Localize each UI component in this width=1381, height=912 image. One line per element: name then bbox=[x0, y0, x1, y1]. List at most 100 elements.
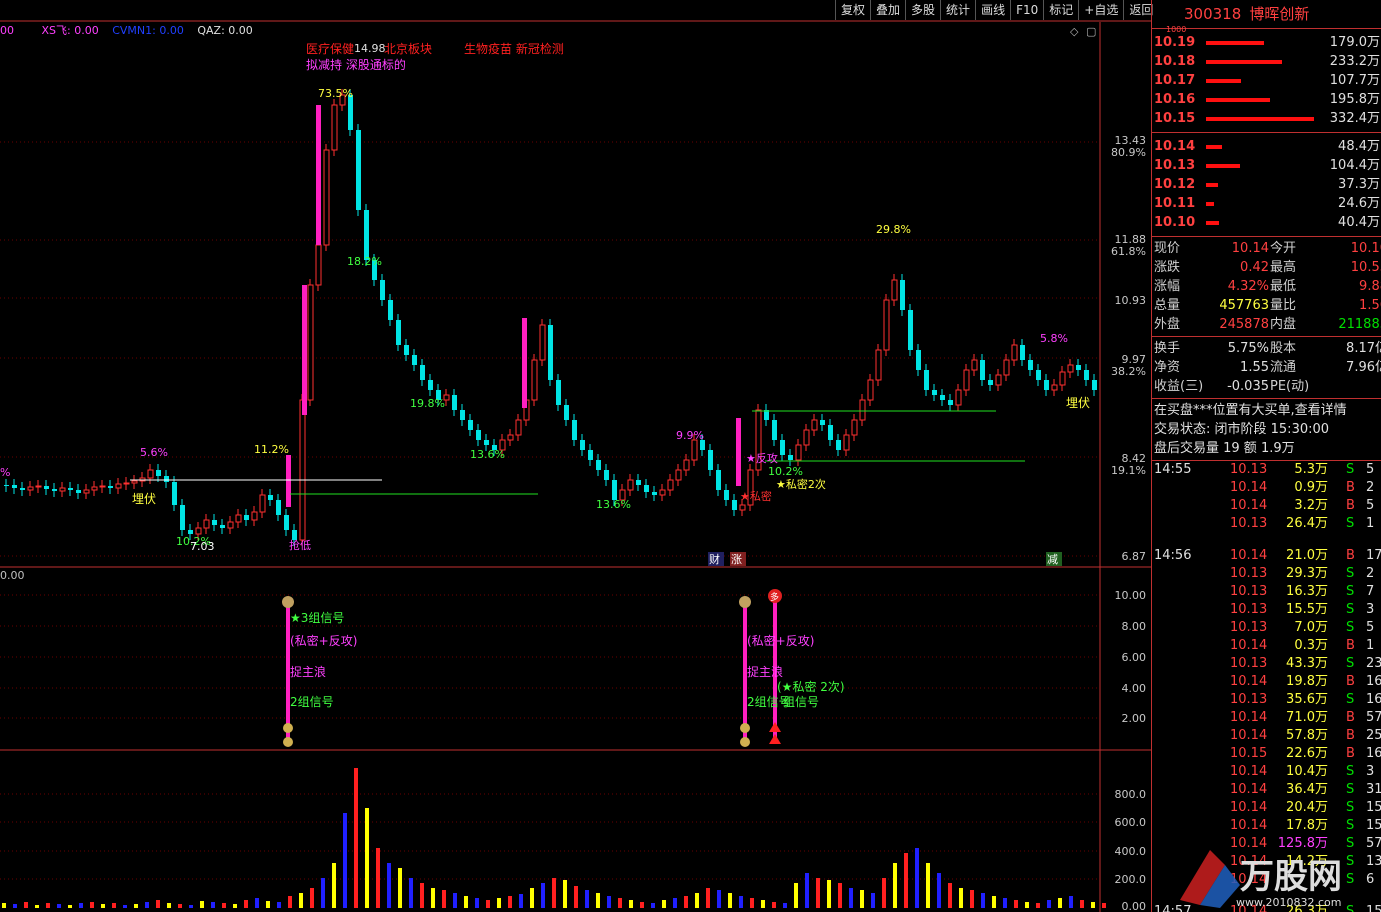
tick-volume: 19.8万 bbox=[1286, 674, 1328, 689]
volume-bar bbox=[266, 901, 270, 908]
toolbar-button[interactable]: 复权 bbox=[835, 0, 871, 20]
tick-volume: 7.0万 bbox=[1294, 620, 1328, 635]
tick-volume: 20.4万 bbox=[1286, 800, 1328, 815]
candle-body bbox=[59, 487, 66, 492]
candle-body bbox=[780, 440, 785, 455]
limit-up-candle bbox=[522, 318, 527, 408]
toolbar-button[interactable]: 画线 bbox=[975, 0, 1011, 20]
maximize-icon[interactable]: ▢ bbox=[1086, 25, 1096, 38]
tick-count: 6 bbox=[1366, 872, 1375, 887]
volume-bar bbox=[101, 904, 105, 908]
tick-row: 10.14 19.8万 B 16 bbox=[1152, 673, 1381, 691]
tick-list[interactable]: 14:55 10.13 5.3万 S 5 10.14 0.9万 B 2 10.14 3.2万 B 5 10… bbox=[1152, 461, 1381, 912]
candle-body bbox=[564, 405, 569, 420]
volume-bar bbox=[541, 883, 545, 908]
volume-tick: 0.00 bbox=[1122, 900, 1147, 912]
limit-up-candle bbox=[286, 455, 291, 507]
volume-bar bbox=[981, 893, 985, 908]
ask-depth-bar bbox=[1206, 60, 1282, 64]
volume-bar bbox=[288, 896, 292, 908]
signal-tick: 10.00 bbox=[1115, 589, 1147, 602]
ask-row[interactable]: 10.15 332.4万 bbox=[1152, 109, 1381, 128]
pct-label: 9.9% bbox=[676, 429, 704, 442]
tick-price: 10.14 bbox=[1230, 872, 1268, 887]
candle-body bbox=[484, 440, 489, 445]
bid-row[interactable]: 10.12 37.3万 bbox=[1152, 175, 1381, 194]
big-order-notice[interactable]: 在买盘***位置有大买单,查看详情 bbox=[1152, 401, 1381, 420]
bid-price: 10.14 bbox=[1154, 139, 1196, 154]
tick-side: S bbox=[1346, 818, 1355, 833]
toolbar-button[interactable]: 统计 bbox=[940, 0, 976, 20]
tick-side: S bbox=[1346, 516, 1355, 531]
tick-price: 10.14 bbox=[1230, 800, 1268, 815]
price-tick: 10.93 bbox=[1115, 294, 1147, 307]
candle-body bbox=[68, 488, 73, 490]
tick-row: 10.14 17.8万 S 15 bbox=[1152, 817, 1381, 835]
pct-label: 29.8% bbox=[876, 223, 911, 236]
bid-row[interactable]: 10.14 48.4万 bbox=[1152, 137, 1381, 156]
volume-bar bbox=[618, 898, 622, 908]
signal-text: 捉主浪 bbox=[747, 664, 783, 679]
toolbar-button[interactable]: 标记 bbox=[1043, 0, 1079, 20]
volume-bar bbox=[860, 890, 864, 908]
candle-body bbox=[940, 395, 945, 400]
candle-body bbox=[716, 470, 721, 490]
volume-bar bbox=[948, 883, 952, 908]
candle-body bbox=[1020, 345, 1025, 360]
volume-bar bbox=[1058, 898, 1062, 908]
volume-bar bbox=[1036, 903, 1040, 908]
candle-body bbox=[667, 479, 674, 491]
candle-body bbox=[675, 469, 682, 481]
bid-row[interactable]: 10.10 40.4万 bbox=[1152, 213, 1381, 232]
candle-body bbox=[1092, 380, 1097, 390]
tick-volume: 71.0万 bbox=[1286, 710, 1328, 725]
volume-bar bbox=[123, 905, 127, 908]
quote-value: 5.75% bbox=[1227, 341, 1269, 356]
volume-bar bbox=[761, 900, 765, 908]
quote-value: 1.55 bbox=[1240, 360, 1269, 375]
candle-body bbox=[924, 370, 929, 390]
tick-side: S bbox=[1346, 764, 1355, 779]
signal-panel: 0.00 10.00 8.00 6.00 4.00 2.00 多 ★3组信号 (… bbox=[0, 569, 1146, 747]
candle-body bbox=[891, 279, 898, 301]
toolbar-button[interactable]: +自选 bbox=[1078, 0, 1124, 20]
ask-row[interactable]: 10.16 195.8万 bbox=[1152, 90, 1381, 109]
bid-row[interactable]: 10.13 104.4万 bbox=[1152, 156, 1381, 175]
ask-row[interactable]: 10.17 107.7万 bbox=[1152, 71, 1381, 90]
volume-bar bbox=[717, 890, 721, 908]
news-tag: 生物疫苗 新冠检测 bbox=[464, 41, 564, 56]
volume-bar bbox=[178, 904, 182, 908]
candle-body bbox=[836, 440, 841, 450]
volume-bar bbox=[629, 900, 633, 908]
tick-count: 13 bbox=[1366, 854, 1381, 869]
tick-count: 31 bbox=[1366, 782, 1381, 797]
ask-price: 10.19 bbox=[1154, 35, 1196, 50]
pct-label: 18.2% bbox=[347, 255, 382, 268]
quote-label: PE(动) bbox=[1270, 379, 1310, 394]
tick-row: 14:57 10.14 26.3万 S 15 bbox=[1152, 903, 1381, 912]
toolbar-button[interactable]: 叠加 bbox=[870, 0, 906, 20]
tick-side: S bbox=[1346, 692, 1355, 707]
tick-volume: 17.8万 bbox=[1286, 818, 1328, 833]
kline-chart-area[interactable]: 13.43 80.9% 11.88 61.8% 10.93 9.97 38.2%… bbox=[0, 0, 1151, 912]
price-tick: 19.1% bbox=[1111, 464, 1146, 477]
volume-bar bbox=[35, 905, 39, 908]
candle-body bbox=[348, 95, 353, 130]
toolbar-button[interactable]: F10 bbox=[1010, 0, 1044, 20]
volume-bar bbox=[90, 902, 94, 908]
toolbar-button[interactable]: 多股 bbox=[905, 0, 941, 20]
stock-header[interactable]: 1000 300318 博晖创新 bbox=[1152, 0, 1381, 34]
volume-bar bbox=[57, 904, 61, 908]
bid-row[interactable]: 10.11 24.6万 bbox=[1152, 194, 1381, 213]
tick-price: 10.14 bbox=[1230, 638, 1268, 653]
volume-bar bbox=[508, 896, 512, 908]
tick-volume: 36.4万 bbox=[1286, 782, 1328, 797]
signal-text: (私密+反攻) bbox=[747, 633, 814, 648]
ask-row[interactable]: 10.18 233.2万 bbox=[1152, 52, 1381, 71]
tick-row: 10.14 57.8万 B 25 bbox=[1152, 727, 1381, 745]
bid-price: 10.13 bbox=[1154, 158, 1196, 173]
ask-row[interactable]: 10.19 179.0万 bbox=[1152, 33, 1381, 52]
volume-bar bbox=[849, 888, 853, 908]
tick-price: 10.13 bbox=[1230, 516, 1268, 531]
diamond-icon[interactable]: ◇ bbox=[1070, 25, 1079, 38]
